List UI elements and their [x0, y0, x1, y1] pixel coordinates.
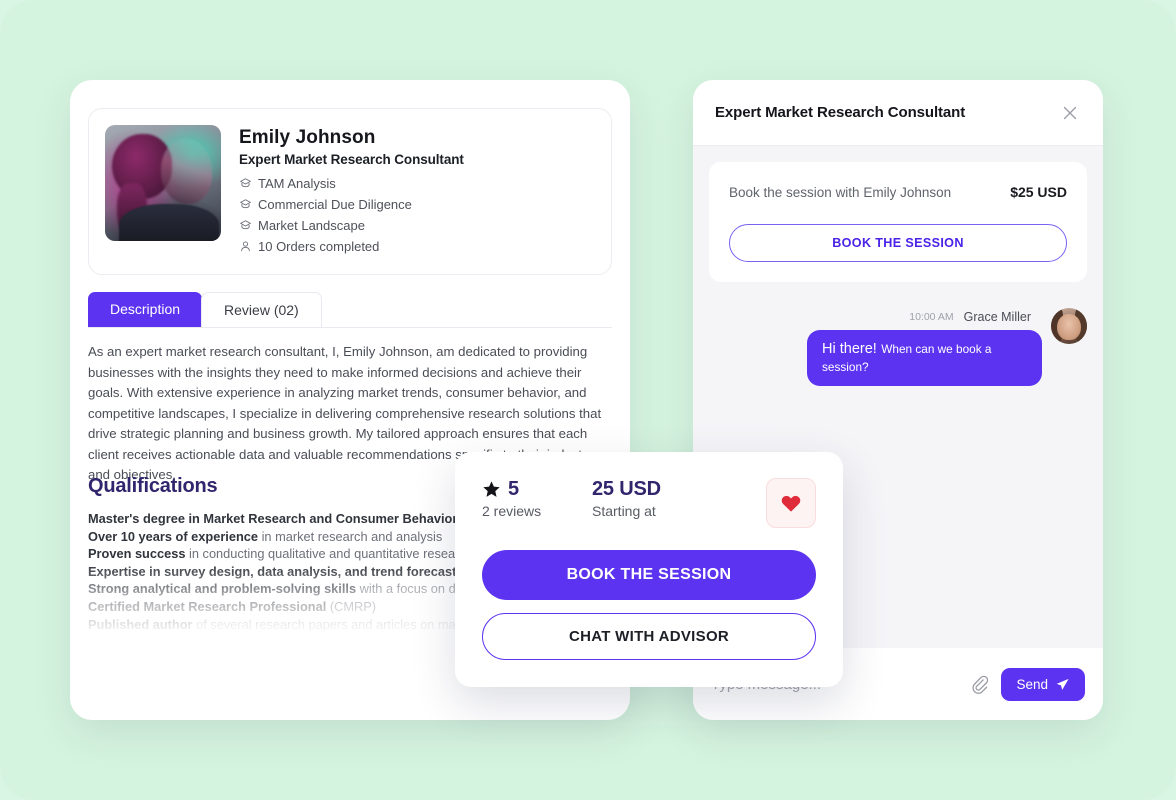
profile-tabs: Description Review (02) — [88, 292, 612, 328]
message-timestamp: 10:00 AM — [909, 311, 954, 323]
profile-card: Emily Johnson Expert Market Research Con… — [88, 108, 612, 275]
badge-icon — [240, 178, 251, 188]
orders-item: 10 Orders completed — [239, 237, 464, 256]
chat-header: Expert Market Research Consultant — [693, 80, 1103, 146]
chat-message-block: 10:00 AM Grace Miller Hi there! When can… — [709, 308, 1087, 386]
chat-message-row: Hi there! When can we book a session? — [709, 308, 1087, 386]
rating-block: 5 2 reviews — [482, 478, 592, 519]
paperclip-icon[interactable] — [970, 675, 989, 694]
message-sender-name: Grace Miller — [963, 310, 1031, 324]
service-label: Commercial Due Diligence — [258, 197, 412, 212]
chat-message-bubble: Hi there! When can we book a session? — [807, 330, 1042, 386]
badge-icon — [240, 220, 251, 230]
profile-role: Expert Market Research Consultant — [239, 152, 464, 167]
service-label: TAM Analysis — [258, 176, 336, 191]
favorite-button[interactable] — [766, 478, 816, 528]
rating-value: 5 — [508, 478, 520, 500]
rating-row: 5 — [482, 478, 592, 501]
book-the-session-button[interactable]: BOOK THE SESSION — [482, 550, 816, 600]
service-item: Commercial Due Diligence — [239, 195, 464, 214]
chat-booking-price: $25 USD — [1010, 184, 1067, 200]
chat-booking-label: Book the session with Emily Johnson — [729, 184, 952, 200]
heart-icon — [781, 495, 801, 512]
qualification-bold: Over 10 years of experience — [88, 528, 259, 544]
tab-description[interactable]: Description — [88, 292, 203, 327]
qualification-bold: Strong analytical and problem-solving sk… — [88, 581, 357, 597]
send-label: Send — [1016, 676, 1048, 692]
qualification-bold: Master's degree in Market Research and C… — [88, 511, 458, 526]
profile-photo — [105, 125, 221, 241]
service-label: Market Landscape — [258, 218, 365, 233]
floating-booking-card: 5 2 reviews 25 USD Starting at BOOK THE … — [455, 452, 843, 687]
floating-card-top: 5 2 reviews 25 USD Starting at — [482, 478, 816, 528]
chat-book-session-button[interactable]: BOOK THE SESSION — [729, 224, 1067, 262]
qualification-bold: Published author — [88, 616, 193, 632]
qualification-rest: (CMRP) — [326, 598, 377, 614]
service-item: Market Landscape — [239, 216, 464, 235]
service-item: TAM Analysis — [239, 174, 464, 193]
message-text-lead: Hi there! — [822, 341, 877, 357]
qualification-rest: in market research and analysis — [258, 528, 443, 544]
chat-message-meta: 10:00 AM Grace Miller — [709, 310, 1087, 324]
chat-booking-card: Book the session with Emily Johnson $25 … — [709, 162, 1087, 282]
price-subtitle: Starting at — [592, 503, 656, 519]
close-icon[interactable] — [1059, 102, 1081, 124]
chat-title: Expert Market Research Consultant — [715, 104, 966, 121]
star-icon — [483, 481, 500, 497]
profile-info: Emily Johnson Expert Market Research Con… — [239, 125, 464, 258]
chat-booking-row: Book the session with Emily Johnson $25 … — [729, 184, 1067, 200]
reviews-count: 2 reviews — [482, 503, 542, 519]
orders-label: 10 Orders completed — [258, 239, 380, 254]
qualification-rest: in conducting qualitative and quantitati… — [185, 546, 473, 562]
profile-name: Emily Johnson — [239, 127, 376, 148]
person-icon — [241, 241, 250, 252]
qualification-bold: Proven success — [88, 546, 186, 562]
qualification-bold: Certified Market Research Professional — [88, 598, 327, 614]
chat-with-advisor-button[interactable]: CHAT WITH ADVISOR — [482, 613, 816, 660]
avatar — [1051, 308, 1087, 344]
qualification-bold: Expertise in survey design, data analysi… — [88, 563, 476, 579]
paper-plane-icon — [1056, 678, 1069, 690]
send-button[interactable]: Send — [1001, 667, 1085, 701]
price-block: 25 USD Starting at — [592, 478, 766, 519]
app-stage: Emily Johnson Expert Market Research Con… — [0, 0, 1176, 800]
price-value: 25 USD — [592, 478, 661, 500]
tab-review[interactable]: Review (02) — [201, 292, 322, 327]
badge-icon — [240, 199, 251, 209]
